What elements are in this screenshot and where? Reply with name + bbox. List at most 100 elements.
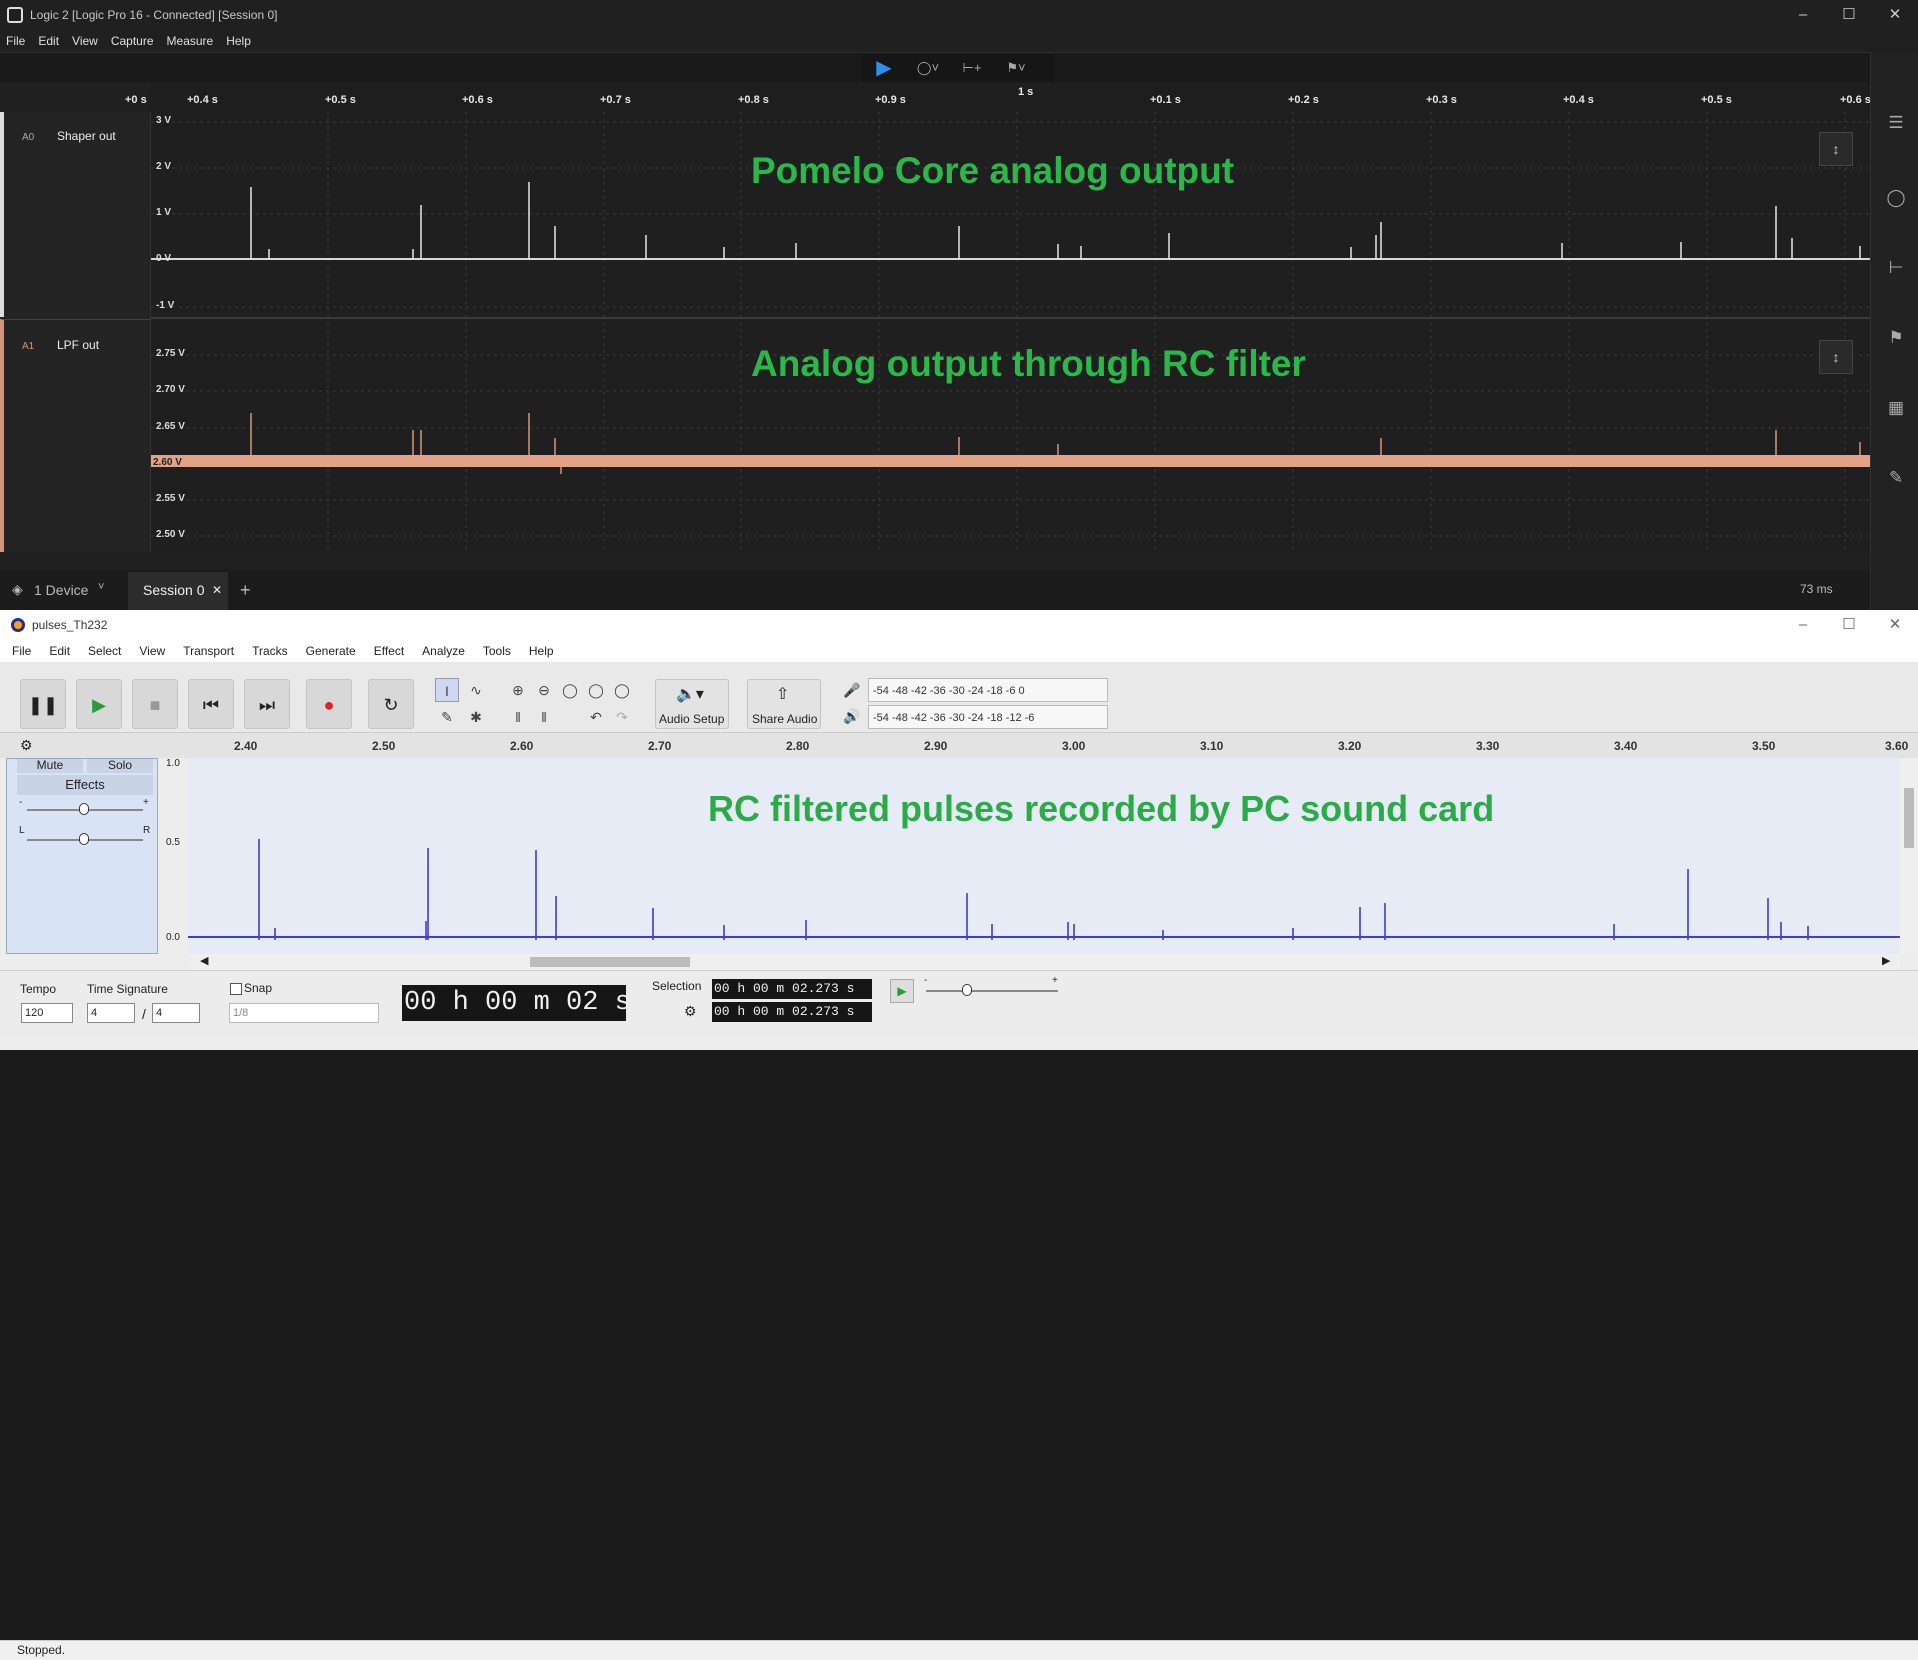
play-at-speed-button[interactable]: ▶	[890, 979, 914, 1003]
minimize-icon[interactable]: –	[1780, 610, 1826, 640]
menu-effect[interactable]: Effect	[362, 640, 410, 658]
notes-icon[interactable]: ✎	[1885, 467, 1907, 489]
horizontal-scrollbar[interactable]: ◀ ▶	[190, 954, 1900, 970]
timing-markers-icon[interactable]: ⊢	[1885, 257, 1907, 279]
mute-button[interactable]: Mute	[17, 759, 83, 773]
draw-tool-icon[interactable]: ✎	[435, 705, 459, 729]
channel-a0[interactable]: A0 Shaper out	[0, 112, 150, 317]
menu-select[interactable]: Select	[76, 640, 127, 658]
solo-button[interactable]: Solo	[87, 759, 153, 773]
menu-help[interactable]: Help	[517, 640, 560, 658]
minimize-icon[interactable]: –	[1780, 0, 1826, 30]
close-icon[interactable]: ✕	[1872, 610, 1918, 640]
analyzers-icon[interactable]: ◯	[1885, 187, 1907, 209]
menu-edit[interactable]: Edit	[37, 640, 76, 658]
channel-name[interactable]: LPF out	[57, 338, 99, 352]
selection-end[interactable]: 00 h 00 m 02.273 s	[712, 1002, 872, 1022]
share-audio-button[interactable]: ⇧ Share Audio	[747, 679, 821, 729]
speaker-meter-icon[interactable]: 🔊	[843, 708, 860, 725]
channel-list: A0 Shaper out A1 LPF out	[0, 112, 150, 552]
zoom-in-icon[interactable]: ⊕	[506, 678, 530, 702]
layers-icon[interactable]: ☰	[1885, 112, 1907, 134]
effects-button[interactable]: Effects	[17, 775, 153, 795]
channel-settings-icon[interactable]: ↕	[1819, 132, 1853, 166]
chevron-down-icon[interactable]: ˅	[98, 581, 104, 593]
menu-view[interactable]: View	[66, 30, 105, 48]
channel-name[interactable]: Shaper out	[57, 129, 116, 143]
close-icon[interactable]: ✕	[1872, 0, 1918, 30]
audio-setup-button[interactable]: 🔈▾ Audio Setup	[655, 679, 729, 729]
device-icon[interactable]: ◈	[12, 581, 23, 598]
menu-generate[interactable]: Generate	[294, 640, 362, 658]
start-capture-play-icon[interactable]: ▶	[862, 54, 906, 82]
undo-icon[interactable]: ↶	[584, 705, 608, 729]
latency-readout: 73 ms	[1800, 582, 1833, 596]
waveform-area[interactable]: 3 V 2 V 1 V 0 V -1 V 2.75 V 2.70 V 2.65 …	[150, 112, 1871, 552]
menu-edit[interactable]: Edit	[32, 30, 66, 48]
record-button[interactable]: ●	[306, 679, 352, 729]
marker-flag-icon[interactable]: ⚑	[1885, 327, 1907, 349]
scroll-right-icon[interactable]: ▶	[1882, 954, 1890, 967]
extensions-icon[interactable]: ▦	[1885, 397, 1907, 419]
microphone-icon[interactable]: 🎤	[843, 682, 860, 699]
vertical-scrollbar[interactable]	[1900, 758, 1918, 954]
skip-to-end-button[interactable]: ⏭	[244, 679, 290, 729]
zoom-toggle-icon[interactable]: ◯	[610, 678, 634, 702]
trigger-settings-icon[interactable]: ◯˅	[906, 54, 950, 82]
fit-project-icon[interactable]: ◯	[584, 678, 608, 702]
device-selector[interactable]: 1 Device	[34, 582, 88, 598]
time-signature-denominator[interactable]: 4	[152, 1003, 200, 1023]
vertical-scroll-thumb[interactable]	[1904, 788, 1914, 848]
timeline-ruler[interactable]: ⚙ 2.40 2.50 2.60 2.70 2.80 2.90 3.00 3.1…	[0, 732, 1918, 758]
menu-measure[interactable]: Measure	[161, 30, 221, 48]
pause-button[interactable]: ❚❚	[20, 679, 66, 729]
play-button[interactable]: ▶	[76, 679, 122, 729]
record-meter[interactable]: -54 -48 -42 -36 -30 -24 -18 -6 0	[868, 678, 1108, 702]
close-tab-icon[interactable]: ✕	[212, 572, 222, 608]
maximize-icon[interactable]: ☐	[1826, 0, 1872, 30]
timeline-options-icon[interactable]: ⚙	[20, 737, 33, 754]
tempo-input[interactable]: 120	[21, 1003, 73, 1023]
envelope-tool-icon[interactable]: ∿	[464, 678, 488, 702]
trim-audio-icon[interactable]: ‖	[506, 705, 530, 729]
maximize-icon[interactable]: ☐	[1826, 610, 1872, 640]
scroll-left-icon[interactable]: ◀	[200, 954, 208, 967]
audio-waveform[interactable]: RC filtered pulses recorded by PC sound …	[188, 758, 1900, 954]
redo-icon[interactable]: ↷	[610, 705, 634, 729]
selection-start[interactable]: 00 h 00 m 02.273 s	[712, 979, 872, 999]
horizontal-scroll-thumb[interactable]	[530, 957, 690, 967]
menu-transport[interactable]: Transport	[171, 640, 240, 658]
play-speed-slider[interactable]	[926, 990, 1058, 992]
snap-select[interactable]: 1/8	[229, 1003, 379, 1023]
selection-tool-icon[interactable]: I	[435, 678, 459, 702]
loop-button[interactable]: ↻	[368, 679, 414, 729]
menu-help[interactable]: Help	[220, 30, 258, 48]
menu-analyze[interactable]: Analyze	[410, 640, 471, 658]
playback-meter[interactable]: -54 -48 -42 -36 -30 -24 -18 -12 -6	[868, 705, 1108, 729]
zoom-out-icon[interactable]: ⊖	[532, 678, 556, 702]
multi-tool-icon[interactable]: ✱	[464, 705, 488, 729]
pan-slider-handle[interactable]	[79, 833, 89, 845]
tab-session-0[interactable]: Session 0 ✕	[128, 572, 228, 610]
menu-file[interactable]: File	[0, 640, 37, 658]
add-tab-button[interactable]: +	[240, 580, 251, 601]
menu-capture[interactable]: Capture	[105, 30, 161, 48]
play-speed-handle[interactable]	[962, 984, 972, 996]
fit-selection-icon[interactable]: ◯	[558, 678, 582, 702]
selection-settings-icon[interactable]: ⚙	[684, 1003, 697, 1020]
menu-file[interactable]: File	[0, 30, 32, 48]
gain-slider-handle[interactable]	[79, 803, 89, 815]
channel-settings-icon[interactable]: ↕	[1819, 340, 1853, 374]
stop-button[interactable]: ■	[132, 679, 178, 729]
menu-view[interactable]: View	[127, 640, 171, 658]
silence-audio-icon[interactable]: ‖	[532, 705, 556, 729]
menu-tools[interactable]: Tools	[471, 640, 517, 658]
time-display[interactable]: 00 h 00 m 02 s	[402, 985, 631, 1021]
snap-checkbox[interactable]	[230, 983, 242, 995]
time-signature-numerator[interactable]: 4	[87, 1003, 135, 1023]
skip-to-start-button[interactable]: ⏮	[188, 679, 234, 729]
marker-flag-icon[interactable]: ⚑˅	[994, 54, 1038, 82]
menu-tracks[interactable]: Tracks	[240, 640, 294, 658]
timing-marker-icon[interactable]: ⊢+	[950, 54, 994, 82]
channel-a1[interactable]: A1 LPF out	[0, 319, 150, 552]
